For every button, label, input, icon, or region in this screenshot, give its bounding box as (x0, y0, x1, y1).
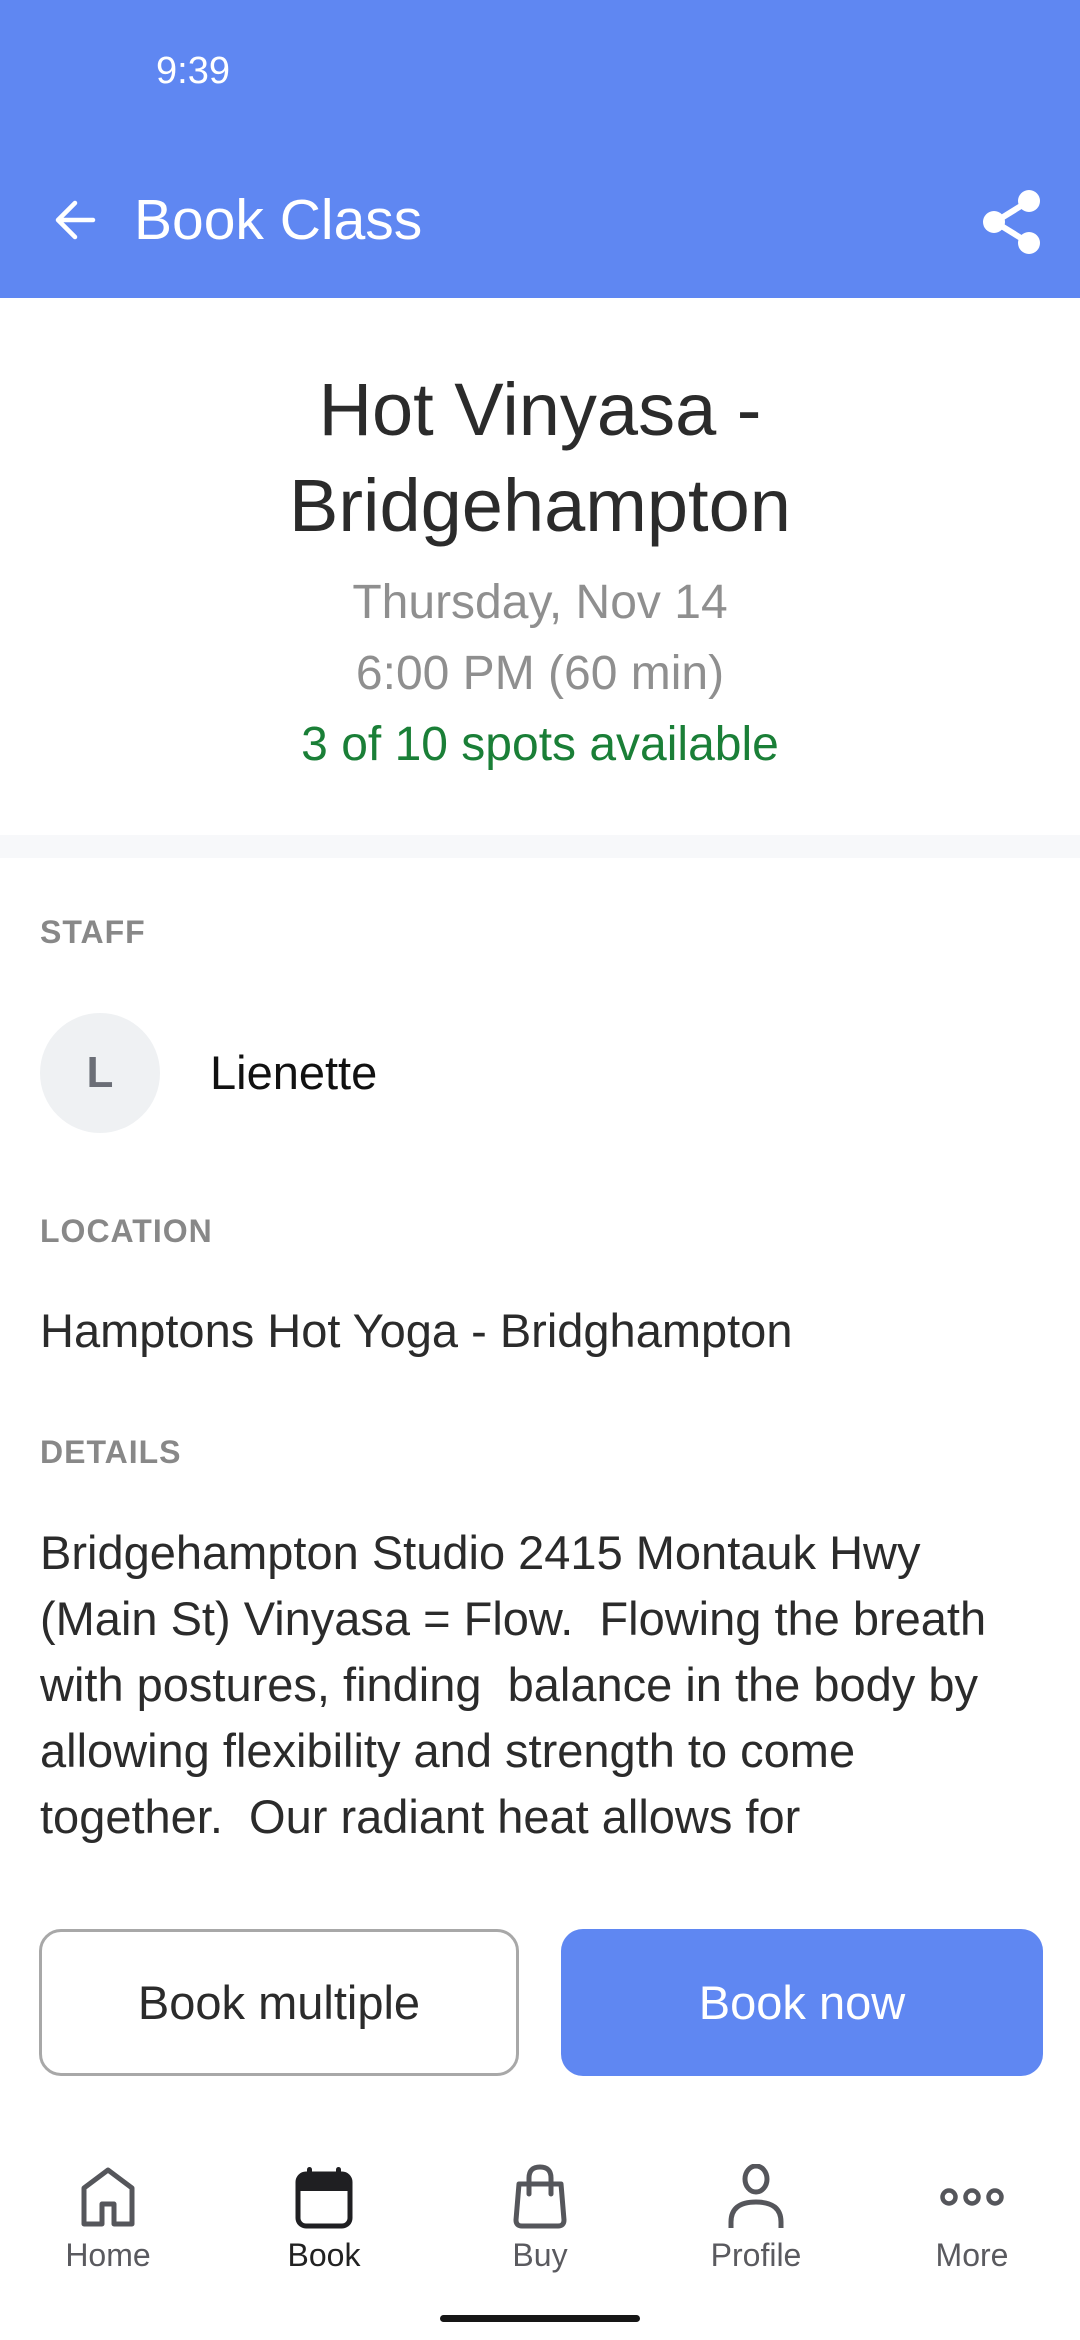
shopping-bag-icon (513, 2164, 567, 2229)
status-bar-time: 9:39 (156, 50, 230, 92)
page-title: Book Class (134, 188, 423, 252)
book-now-button[interactable]: Book now (561, 1929, 1043, 2076)
back-button[interactable] (44, 186, 106, 254)
nav-item-home[interactable]: Home (0, 2150, 216, 2280)
location-value: Hamptons Hot Yoga - Bridghampton (40, 1304, 793, 1357)
nav-item-more[interactable]: More (864, 2150, 1080, 2280)
availability-text: 3 of 10 spots available (301, 718, 779, 771)
home-indicator-bar[interactable] (440, 2315, 640, 2322)
nav-label-book: Book (287, 2237, 361, 2273)
nav-item-profile[interactable]: Profile (648, 2150, 864, 2280)
location-section-label: LOCATION (40, 1213, 213, 1249)
nav-item-book[interactable]: Book (216, 2150, 432, 2280)
nav-label-profile: Profile (710, 2237, 802, 2273)
avatar-initial: L (86, 1048, 114, 1097)
nav-item-buy[interactable]: Buy (432, 2150, 648, 2280)
bottom-navigation: Home Book Buy Profile More (0, 2150, 1080, 2280)
details-section-label: DETAILS (40, 1434, 182, 1470)
class-time: 6:00 PM (60 min) (355, 647, 725, 700)
nav-label-home: Home (65, 2237, 151, 2273)
home-icon (81, 2167, 135, 2227)
staff-avatar: L (40, 1013, 160, 1133)
staff-row[interactable]: L Lienette (40, 1013, 1040, 1133)
staff-section-label: STAFF (40, 914, 146, 950)
book-multiple-button[interactable]: Book multiple (39, 1929, 519, 2076)
share-icon (983, 190, 1040, 254)
section-divider (0, 835, 1080, 858)
class-summary: Hot Vinyasa - Bridgehampton Thursday, No… (0, 298, 1080, 835)
more-dots-icon (940, 2188, 1004, 2206)
staff-name: Lienette (210, 1046, 378, 1099)
details-text: Bridgehampton Studio 2415 Montauk Hwy (M… (40, 1526, 1000, 1843)
nav-label-buy: Buy (512, 2237, 568, 2273)
class-date: Thursday, Nov 14 (352, 576, 728, 629)
class-title: Hot Vinyasa - Bridgehampton (289, 368, 791, 547)
nav-label-more: More (935, 2237, 1009, 2273)
person-icon (728, 2164, 784, 2228)
arrow-left-icon (55, 200, 96, 240)
share-button[interactable] (970, 182, 1052, 262)
calendar-icon (295, 2167, 353, 2229)
app-bar: 9:39 Book Class (0, 0, 1080, 298)
